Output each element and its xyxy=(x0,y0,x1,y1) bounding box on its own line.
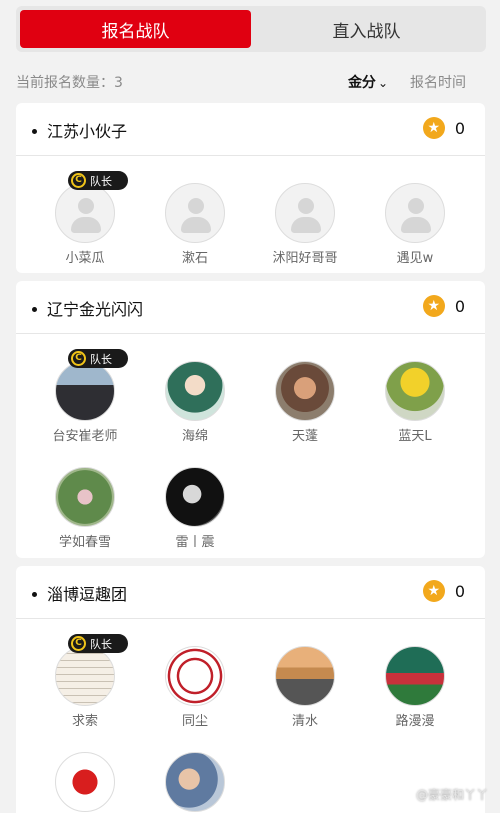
avatar-placeholder xyxy=(385,183,445,243)
member[interactable] xyxy=(30,752,140,813)
captain-c-icon: C xyxy=(71,636,86,651)
captain-badge: C 队长 xyxy=(68,349,128,368)
summary-bar: 当前报名数量：3 金分 ⌄ 报名时间 xyxy=(16,72,484,92)
team-score-value: 0 xyxy=(454,581,465,601)
avatar-photo xyxy=(275,646,335,706)
avatar-photo xyxy=(165,752,225,812)
member[interactable]: C 队长 求索 xyxy=(30,634,140,729)
member[interactable]: 海绵 xyxy=(140,361,250,444)
member[interactable]: 同尘 xyxy=(140,646,250,729)
avatar-photo xyxy=(165,361,225,421)
bullet-icon xyxy=(32,128,37,134)
team-score: ★ 0 xyxy=(422,117,465,139)
team-score: ★ 0 xyxy=(422,295,465,317)
team-name: 淄博逗趣团 xyxy=(32,581,127,605)
bullet-icon xyxy=(32,591,37,597)
team-header: 辽宁金光闪闪 ★ 0 xyxy=(16,281,485,334)
team-type-tabs: 报名战队 直入战队 xyxy=(16,6,486,52)
captain-badge: C 队长 xyxy=(68,634,128,653)
member-name: 同尘 xyxy=(181,714,208,729)
member[interactable]: 沭阳好哥哥 xyxy=(250,183,360,266)
member-name: 求索 xyxy=(71,714,98,729)
captain-c-icon: C xyxy=(71,173,86,188)
member[interactable]: 蓝天L xyxy=(360,361,470,444)
chevron-down-icon: ⌄ xyxy=(377,76,388,90)
member[interactable]: 天蓬 xyxy=(250,361,360,444)
member[interactable] xyxy=(140,752,250,813)
avatar-photo xyxy=(55,467,115,527)
team-score: ★ 0 xyxy=(422,580,465,602)
watermark: @豪豪和丫丫 xyxy=(415,788,488,802)
member-name: 路漫漫 xyxy=(395,714,435,729)
star-icon: ★ xyxy=(422,580,445,602)
member[interactable]: 遇见w xyxy=(360,183,470,266)
team-card[interactable]: 辽宁金光闪闪 ★ 0 C 队长 台安崔老师 海绵 天蓬 蓝天L 学如春雪 雷丨震 xyxy=(16,281,485,558)
team-name: 江苏小伙子 xyxy=(32,118,127,142)
member-name: 清水 xyxy=(291,714,318,729)
avatar-photo xyxy=(55,361,115,421)
captain-label: 队长 xyxy=(90,637,112,651)
avatar-photo xyxy=(165,646,225,706)
avatar-photo xyxy=(385,646,445,706)
avatar-photo xyxy=(385,361,445,421)
member-name: 小菜瓜 xyxy=(65,251,105,266)
tab-direct-teams[interactable]: 直入战队 xyxy=(251,10,482,48)
star-icon: ★ xyxy=(422,295,445,317)
member[interactable]: 清水 xyxy=(250,646,360,729)
member-name: 沭阳好哥哥 xyxy=(272,251,338,266)
avatar-placeholder xyxy=(165,183,225,243)
member-name: 漱石 xyxy=(181,251,208,266)
member-name: 蓝天L xyxy=(398,429,432,444)
team-card[interactable]: 淄博逗趣团 ★ 0 C 队长 求索 同尘 清水 路漫漫 xyxy=(16,566,485,813)
team-card[interactable]: 江苏小伙子 ★ 0 C 队长 小菜瓜 漱石 沭阳好哥哥 遇见w xyxy=(16,103,485,273)
star-icon: ★ xyxy=(422,117,445,139)
team-name-label: 辽宁金光闪闪 xyxy=(47,300,144,319)
member-name: 雷丨震 xyxy=(175,535,215,550)
sort-by-gold-button[interactable]: 金分 ⌄ xyxy=(348,72,388,92)
captain-label: 队长 xyxy=(90,174,112,188)
tab-registered-teams[interactable]: 报名战队 xyxy=(20,10,251,48)
team-header: 淄博逗趣团 ★ 0 xyxy=(16,566,485,619)
avatar-photo xyxy=(55,646,115,706)
member[interactable]: 雷丨震 xyxy=(140,467,250,550)
member-name: 学如春雪 xyxy=(58,535,111,550)
avatar-placeholder xyxy=(275,183,335,243)
member[interactable]: 漱石 xyxy=(140,183,250,266)
member[interactable]: C 队长 小菜瓜 xyxy=(30,171,140,266)
team-name: 辽宁金光闪闪 xyxy=(32,296,143,320)
avatar-photo xyxy=(275,361,335,421)
team-score-value: 0 xyxy=(454,296,465,316)
bullet-icon xyxy=(32,306,37,312)
avatar-placeholder xyxy=(55,183,115,243)
captain-c-icon: C xyxy=(71,351,86,366)
member-name: 海绵 xyxy=(181,429,208,444)
member-name: 天蓬 xyxy=(291,429,318,444)
sort-gold-label: 金分 xyxy=(347,75,376,91)
captain-badge: C 队长 xyxy=(68,171,128,190)
captain-label: 队长 xyxy=(90,352,112,366)
avatar-photo xyxy=(165,467,225,527)
team-name-label: 江苏小伙子 xyxy=(47,122,128,141)
sort-by-time-button[interactable]: 报名时间 xyxy=(410,72,466,92)
member[interactable]: 路漫漫 xyxy=(360,646,470,729)
avatar-photo xyxy=(55,752,115,812)
member[interactable]: C 队长 台安崔老师 xyxy=(30,349,140,444)
team-header: 江苏小伙子 ★ 0 xyxy=(16,103,485,156)
team-score-value: 0 xyxy=(454,118,465,138)
member[interactable]: 学如春雪 xyxy=(30,467,140,550)
team-name-label: 淄博逗趣团 xyxy=(47,585,128,604)
member-name: 台安崔老师 xyxy=(52,429,118,444)
registration-count: 当前报名数量：3 xyxy=(16,75,123,91)
member-name: 遇见w xyxy=(396,251,434,266)
